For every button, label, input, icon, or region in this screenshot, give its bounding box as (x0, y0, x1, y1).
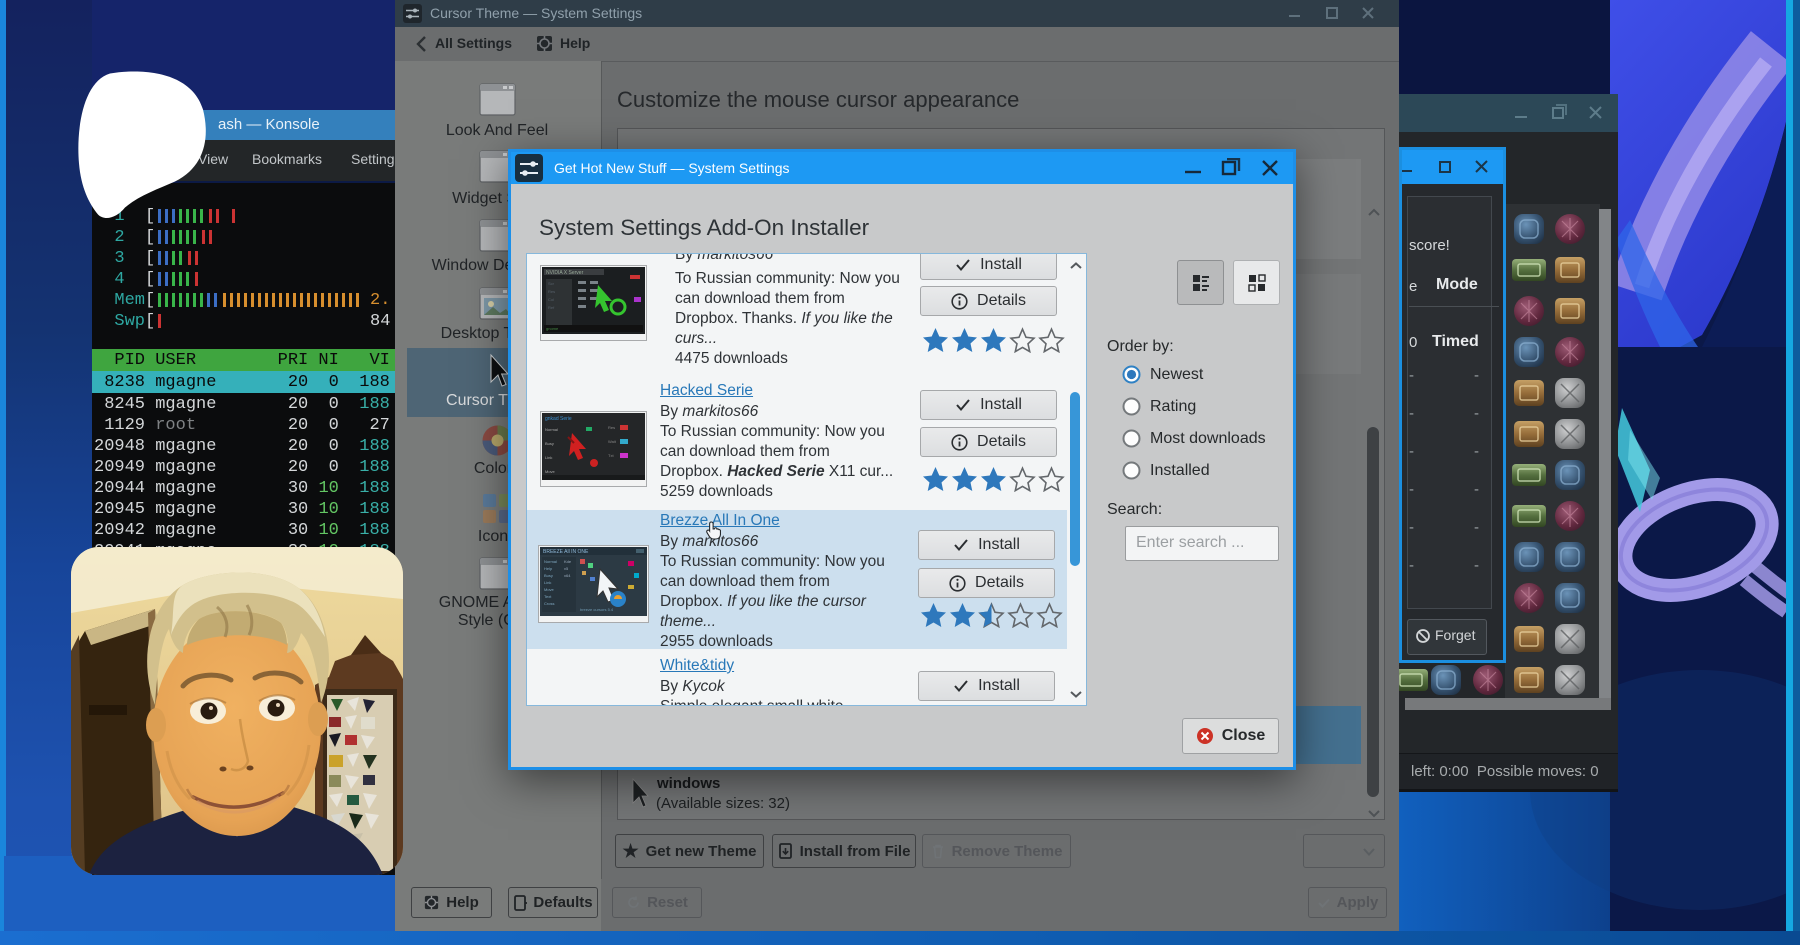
svg-text:Link: Link (544, 580, 551, 585)
svg-text:Ref: Ref (548, 305, 555, 310)
svg-text:Col: Col (548, 297, 554, 302)
svg-text:Busy: Busy (545, 441, 554, 446)
svg-text:Cross: Cross (544, 601, 554, 606)
svg-text:gnome: gnome (546, 326, 559, 331)
svg-text:NVIDIA X Server: NVIDIA X Server (546, 270, 584, 276)
svg-text:Normal: Normal (545, 427, 558, 432)
svg-text:breeze cursors 5.4: breeze cursors 5.4 (580, 607, 614, 612)
svg-text:Scr: Scr (548, 281, 555, 286)
svg-text:BREEZE All IN ONE: BREEZE All IN ONE (543, 549, 589, 555)
svg-text:Normal: Normal (544, 559, 557, 564)
svg-text:Txt: Txt (608, 453, 614, 458)
svg-text:Wait: Wait (608, 439, 617, 444)
svg-text:Move: Move (544, 587, 555, 592)
svg-text:gnkad Serie: gnkad Serie (545, 416, 572, 422)
svg-text:Move: Move (545, 469, 556, 474)
svg-text:Text: Text (544, 594, 552, 599)
svg-text:Res: Res (548, 289, 555, 294)
svg-text:Res: Res (608, 425, 615, 430)
svg-text:Help: Help (544, 566, 553, 571)
svg-text:Kde: Kde (564, 559, 572, 564)
svg-text:Link: Link (545, 455, 552, 460)
svg-text:x64: x64 (564, 573, 571, 578)
svg-text:Busy: Busy (544, 573, 553, 578)
